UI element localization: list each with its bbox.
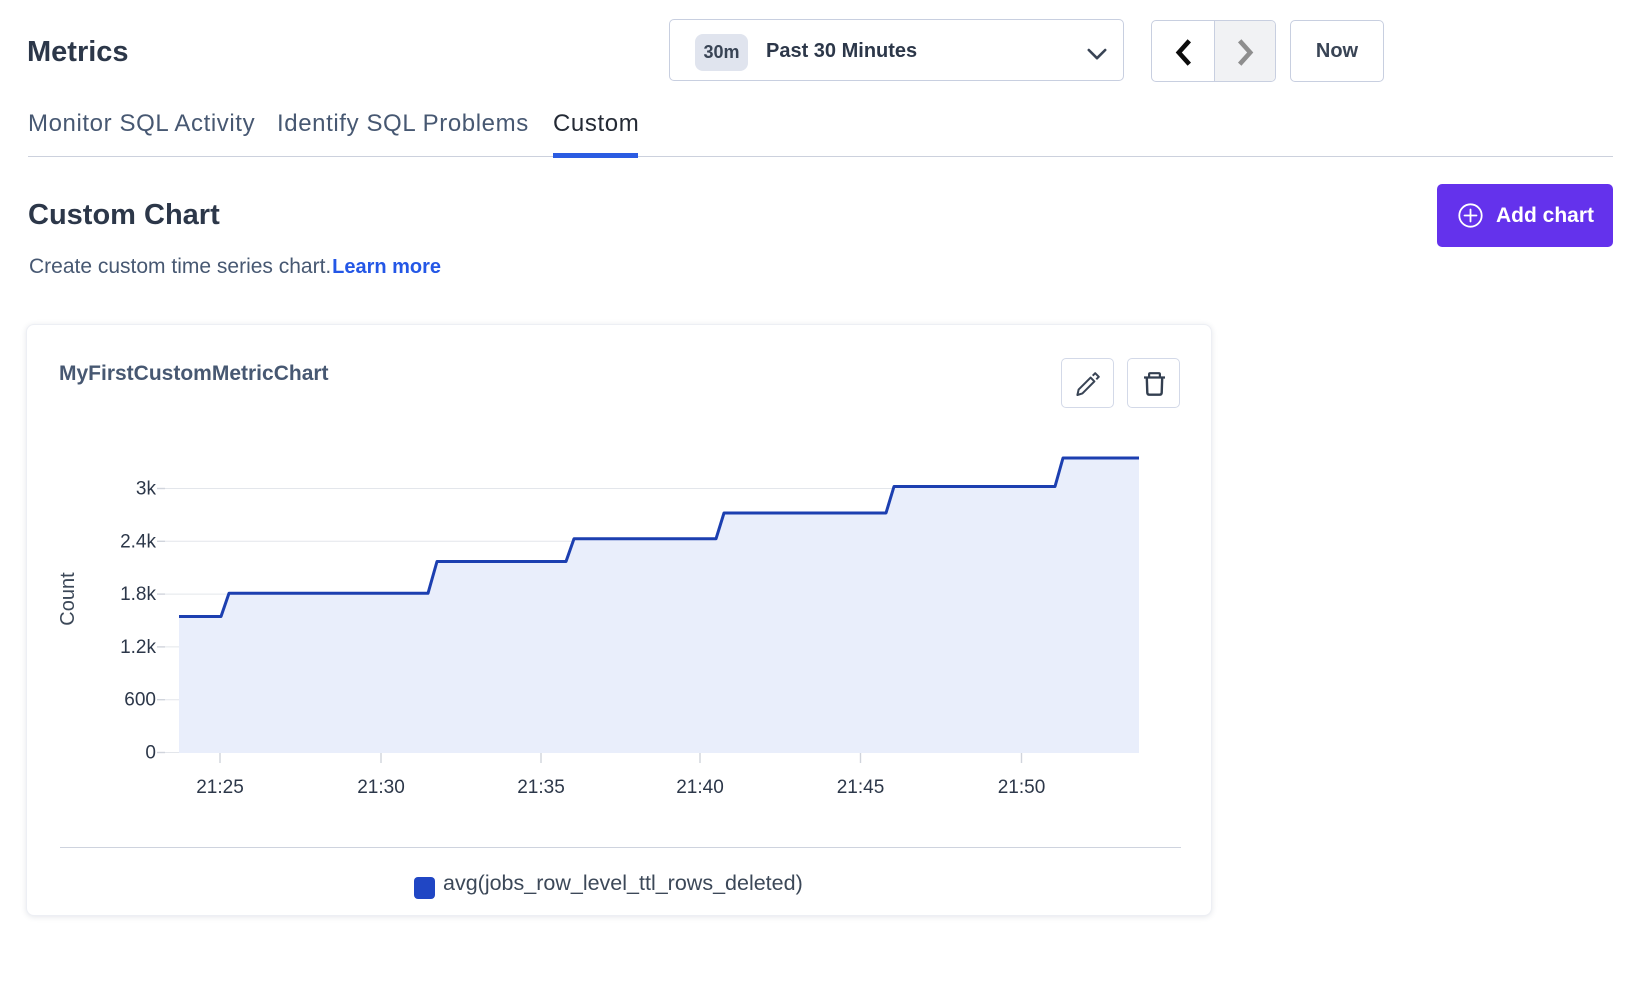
svg-text:1.2k: 1.2k xyxy=(120,637,156,658)
svg-text:0: 0 xyxy=(145,743,156,764)
svg-text:2.4k: 2.4k xyxy=(120,531,156,552)
svg-text:21:50: 21:50 xyxy=(998,777,1046,798)
svg-text:1.8k: 1.8k xyxy=(120,584,156,605)
svg-text:21:45: 21:45 xyxy=(837,777,885,798)
svg-text:21:35: 21:35 xyxy=(517,777,565,798)
svg-text:600: 600 xyxy=(124,690,156,711)
svg-text:Count: Count xyxy=(57,572,79,626)
svg-text:21:40: 21:40 xyxy=(676,777,724,798)
svg-text:21:25: 21:25 xyxy=(196,777,244,798)
svg-text:3k: 3k xyxy=(136,479,157,500)
svg-text:21:30: 21:30 xyxy=(357,777,405,798)
